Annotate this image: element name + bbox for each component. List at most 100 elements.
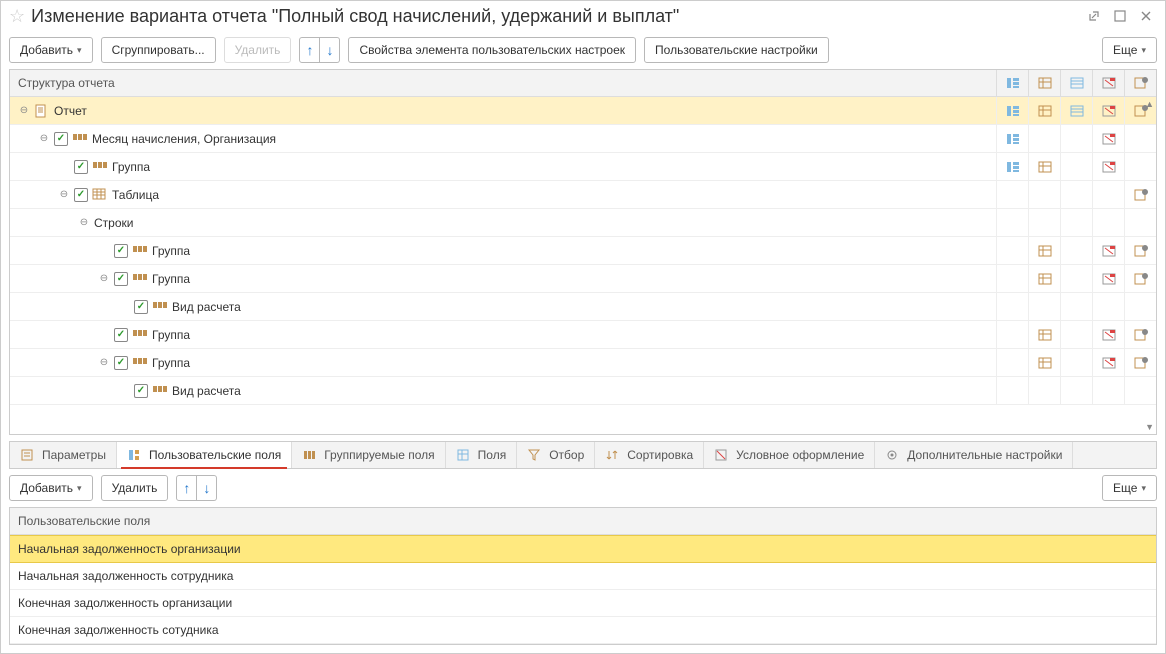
row-status-icon[interactable]: [1092, 321, 1124, 348]
header-col-3[interactable]: [1060, 70, 1092, 96]
list-item[interactable]: Конечная задолженность сотудника: [10, 617, 1156, 644]
checkbox[interactable]: [114, 328, 128, 342]
row-status-icon[interactable]: [1124, 181, 1156, 208]
tree-row-label: Вид расчета: [172, 384, 241, 398]
header-col-1[interactable]: [996, 70, 1028, 96]
checkbox[interactable]: [134, 300, 148, 314]
list-item[interactable]: Начальная задолженность организации: [10, 535, 1156, 563]
grp-icon: [152, 300, 168, 314]
header-col-5[interactable]: [1124, 70, 1156, 96]
row-status-icon[interactable]: [1092, 153, 1124, 180]
custom-element-props-button[interactable]: Свойства элемента пользовательских настр…: [348, 37, 636, 63]
tree-row[interactable]: ⊖Таблица: [10, 181, 1156, 209]
row-status-icon[interactable]: [1028, 237, 1060, 264]
row-status-icon[interactable]: [1092, 97, 1124, 124]
tab-t7[interactable]: Дополнительные настройки: [875, 442, 1073, 468]
row-status-icon: [1060, 321, 1092, 348]
move-up-button[interactable]: ↑: [299, 37, 320, 63]
row-status-icon[interactable]: [996, 153, 1028, 180]
tbl-icon: [92, 188, 108, 202]
header-col-4[interactable]: [1092, 70, 1124, 96]
tab-t2[interactable]: Группируемые поля: [292, 442, 445, 468]
more-button[interactable]: Еще▾: [1102, 37, 1157, 63]
row-status-icon: [1124, 209, 1156, 236]
tree-row[interactable]: ⊖Группа: [10, 265, 1156, 293]
tab-icon: [127, 448, 143, 462]
window-title: Изменение варианта отчета "Полный свод н…: [31, 6, 1079, 27]
tab-t6[interactable]: Условное оформление: [704, 442, 875, 468]
tree-row[interactable]: Вид расчета: [10, 293, 1156, 321]
row-status-icon[interactable]: [1028, 349, 1060, 376]
row-status-icon: [1060, 293, 1092, 320]
row-status-icon[interactable]: [1124, 349, 1156, 376]
tab-t5[interactable]: Сортировка: [595, 442, 704, 468]
tree-row-label: Группа: [152, 328, 190, 342]
list-item[interactable]: Начальная задолженность сотрудника: [10, 563, 1156, 590]
checkbox[interactable]: [114, 356, 128, 370]
row-status-icon: [1060, 125, 1092, 152]
tab-t4[interactable]: Отбор: [517, 442, 595, 468]
row-status-icon[interactable]: [1092, 265, 1124, 292]
row-status-icon[interactable]: [996, 97, 1028, 124]
checkbox[interactable]: [74, 188, 88, 202]
tree-row[interactable]: Группа: [10, 237, 1156, 265]
row-status-icon: [1092, 181, 1124, 208]
tab-t3[interactable]: Поля: [446, 442, 518, 468]
move-down-button[interactable]: ↓: [320, 37, 340, 63]
tree-row[interactable]: Вид расчета: [10, 377, 1156, 405]
collapse-icon[interactable]: ⊖: [78, 217, 90, 229]
row-status-icon[interactable]: [1092, 125, 1124, 152]
lower-move-down-button[interactable]: ↓: [197, 475, 217, 501]
tree-row[interactable]: Группа: [10, 153, 1156, 181]
row-status-icon[interactable]: [1124, 265, 1156, 292]
tree-row[interactable]: ⊖ Строки: [10, 209, 1156, 237]
row-status-icon[interactable]: [1028, 153, 1060, 180]
collapse-icon[interactable]: ⊖: [58, 189, 70, 201]
checkbox[interactable]: [134, 384, 148, 398]
checkbox[interactable]: [54, 132, 68, 146]
collapse-icon[interactable]: ⊖: [18, 105, 30, 117]
tab-t1[interactable]: Пользовательские поля: [117, 442, 292, 468]
row-status-icon[interactable]: [1092, 349, 1124, 376]
row-status-icon: [1060, 377, 1092, 404]
row-status-icon: [1060, 153, 1092, 180]
tab-t0[interactable]: Параметры: [10, 442, 117, 468]
header-col-2[interactable]: [1028, 70, 1060, 96]
tree-row[interactable]: ⊖Месяц начисления, Организация: [10, 125, 1156, 153]
add-button[interactable]: Добавить▾: [9, 37, 93, 63]
row-status-icon[interactable]: [1028, 265, 1060, 292]
checkbox[interactable]: [74, 160, 88, 174]
maximize-icon[interactable]: [1109, 5, 1131, 27]
collapse-icon[interactable]: ⊖: [98, 357, 110, 369]
tab-label: Параметры: [42, 448, 106, 462]
row-status-icon[interactable]: [1028, 97, 1060, 124]
checkbox[interactable]: [114, 244, 128, 258]
tree-row[interactable]: Группа: [10, 321, 1156, 349]
user-settings-button[interactable]: Пользовательские настройки: [644, 37, 829, 63]
link-icon[interactable]: [1083, 5, 1105, 27]
row-status-icon: [996, 265, 1028, 292]
favorite-star-icon[interactable]: ☆: [9, 6, 25, 27]
lower-move-up-button[interactable]: ↑: [176, 475, 197, 501]
row-status-icon[interactable]: [1124, 237, 1156, 264]
close-icon[interactable]: [1135, 5, 1157, 27]
row-status-icon[interactable]: [996, 125, 1028, 152]
lower-add-button[interactable]: Добавить▾: [9, 475, 93, 501]
collapse-icon[interactable]: ⊖: [98, 273, 110, 285]
group-button[interactable]: Сгруппировать...: [101, 37, 216, 63]
row-status-icon[interactable]: [1028, 321, 1060, 348]
lower-more-button[interactable]: Еще▾: [1102, 475, 1157, 501]
list-item[interactable]: Конечная задолженность организации: [10, 590, 1156, 617]
row-status-icon[interactable]: [1060, 97, 1092, 124]
row-status-icon[interactable]: [1092, 237, 1124, 264]
grp-icon: [132, 244, 148, 258]
tree-row[interactable]: ⊖Группа: [10, 349, 1156, 377]
checkbox[interactable]: [114, 272, 128, 286]
row-status-icon[interactable]: [1124, 321, 1156, 348]
tree-row[interactable]: ⊖Отчет: [10, 97, 1156, 125]
tab-label: Отбор: [549, 448, 584, 462]
tree-row-label: Строки: [94, 216, 133, 230]
collapse-icon[interactable]: ⊖: [38, 133, 50, 145]
tree-row-label: Группа: [152, 244, 190, 258]
lower-delete-button[interactable]: Удалить: [101, 475, 169, 501]
